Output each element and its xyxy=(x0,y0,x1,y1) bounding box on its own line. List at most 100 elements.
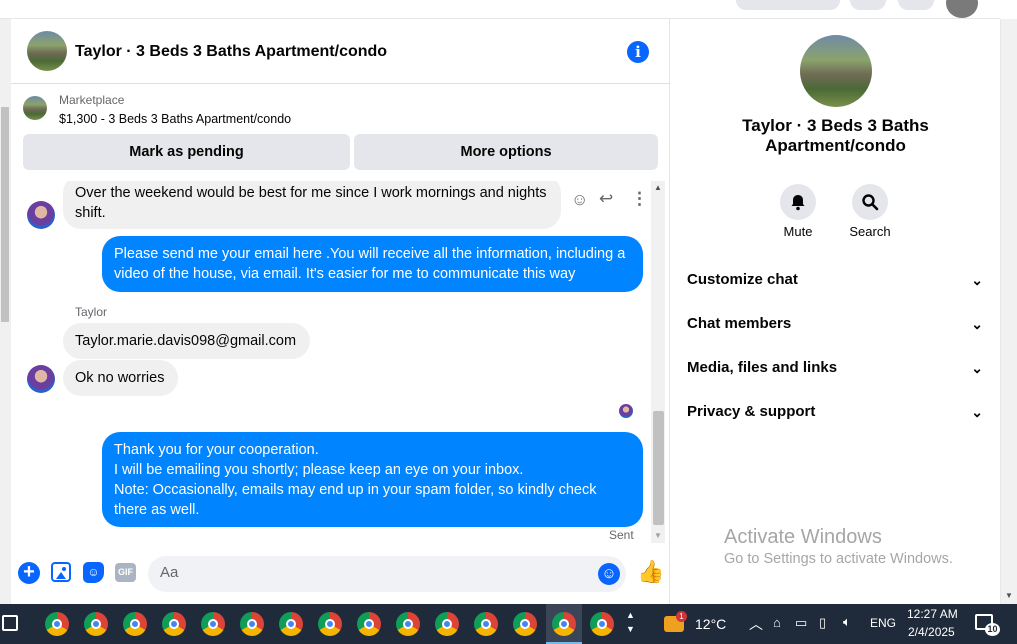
taskbar-chrome-10[interactable] xyxy=(392,608,424,640)
chevron-down-icon: ⌄ xyxy=(971,404,983,420)
smile-icon[interactable]: ☺ xyxy=(571,190,588,210)
listing-avatar[interactable] xyxy=(27,31,67,71)
section-label: Media, files and links xyxy=(687,359,838,376)
taskbar-chrome-active[interactable] xyxy=(546,604,582,644)
message-list[interactable]: Over the weekend would be best for me si… xyxy=(11,181,659,543)
gif-icon[interactable]: GIF xyxy=(115,563,136,582)
taskbar-chrome-2[interactable] xyxy=(80,608,112,640)
message-line: I will be emailing you shortly; please k… xyxy=(114,462,524,478)
account-avatar[interactable] xyxy=(946,0,978,18)
marketplace-label: Marketplace xyxy=(59,93,125,107)
mute-label: Mute xyxy=(783,224,813,239)
info-icon[interactable]: i xyxy=(627,41,649,63)
message-composer: + ☺ GIF ☺ 👍 xyxy=(11,552,670,602)
scroll-up-arrow-icon[interactable]: ▲ xyxy=(654,183,662,192)
taskbar-chrome-6[interactable] xyxy=(236,608,268,640)
scroll-down-arrow-icon[interactable]: ▼ xyxy=(1005,591,1013,600)
mute-button[interactable] xyxy=(780,184,816,220)
message-scrollbar-thumb[interactable] xyxy=(653,411,664,525)
scroll-down-arrow-icon[interactable]: ▼ xyxy=(654,531,662,540)
page-scrollbar[interactable] xyxy=(0,19,11,604)
plus-icon[interactable]: + xyxy=(18,562,40,584)
side-panel-title: Taylor · 3 Beds 3 Baths Apartment/condo xyxy=(742,116,929,155)
chat-panel: Taylor · 3 Beds 3 Baths Apartment/condo … xyxy=(11,19,670,604)
weather-badge: 1 xyxy=(676,611,687,622)
top-nav-messenger-button[interactable] xyxy=(898,0,934,10)
windows-taskbar: ▲ ▼ 1 12°C ︿ ⌂ ▭ ▯ 🔈︎ ENG 12:27 AM 2/4/20… xyxy=(0,604,1017,644)
top-nav-menu-button[interactable] xyxy=(850,0,886,10)
outgoing-message[interactable]: Thank you for your cooperation. I will b… xyxy=(102,432,643,527)
avatar[interactable] xyxy=(27,365,55,393)
meet-icon[interactable]: ⌂ xyxy=(773,615,781,630)
image-icon[interactable] xyxy=(51,562,71,582)
window-scrollbar[interactable]: ▼ xyxy=(1000,19,1017,604)
sent-status: Sent xyxy=(609,528,634,542)
weather-temp[interactable]: 12°C xyxy=(695,616,726,632)
taskbar-chrome-7[interactable] xyxy=(275,608,307,640)
battery-icon[interactable]: ▭ xyxy=(795,615,807,631)
taskbar-chrome-12[interactable] xyxy=(470,608,502,640)
volume-icon[interactable]: 🔈︎ xyxy=(843,614,851,630)
message-input-box[interactable]: ☺ xyxy=(148,556,626,592)
mark-as-pending-button[interactable]: Mark as pending xyxy=(23,134,350,170)
message-line: Thank you for your cooperation. xyxy=(114,442,319,458)
activate-windows-title: Activate Windows xyxy=(724,526,882,548)
taskbar-chrome-11[interactable] xyxy=(431,608,463,640)
more-options-button[interactable]: More options xyxy=(354,134,658,170)
section-media-files-links[interactable]: Media, files and links ⌄ xyxy=(687,353,987,383)
chevron-up-icon[interactable]: ︿ xyxy=(749,614,763,634)
like-icon[interactable]: 👍 xyxy=(637,559,664,585)
section-label: Privacy & support xyxy=(687,403,816,420)
chevron-down-icon: ⌄ xyxy=(971,360,983,376)
incoming-message[interactable]: Over the weekend would be best for me si… xyxy=(63,181,561,229)
chat-header: Taylor · 3 Beds 3 Baths Apartment/condo … xyxy=(11,19,670,84)
task-view-icon[interactable] xyxy=(2,615,18,631)
overflow-arrows-icon[interactable]: ▲ ▼ xyxy=(626,608,635,636)
bell-icon xyxy=(791,195,805,211)
taskbar-chrome-1[interactable] xyxy=(41,608,73,640)
taskbar-chrome-3[interactable] xyxy=(119,608,151,640)
taskbar-chrome-15[interactable] xyxy=(586,608,618,640)
activate-windows-subtitle: Go to Settings to activate Windows. xyxy=(724,551,953,567)
search-icon xyxy=(862,194,879,211)
message-input[interactable] xyxy=(160,564,580,581)
outgoing-message[interactable]: Please send me your email here .You will… xyxy=(102,236,643,292)
listing-thumbnail[interactable] xyxy=(23,96,47,120)
taskbar-chrome-4[interactable] xyxy=(158,608,190,640)
message-line: Note: Occasionally, emails may end up in… xyxy=(114,482,597,518)
network-icon[interactable]: ▯ xyxy=(819,615,826,631)
clock-date[interactable]: 2/4/2025 xyxy=(908,625,955,639)
taskbar-chrome-13[interactable] xyxy=(509,608,541,640)
top-nav-search[interactable] xyxy=(736,0,840,10)
chevron-down-icon: ⌄ xyxy=(971,316,983,332)
language-indicator[interactable]: ENG xyxy=(870,616,896,630)
clock-time[interactable]: 12:27 AM xyxy=(907,607,958,621)
taskbar-chrome-5[interactable] xyxy=(197,608,229,640)
taskbar-chrome-8[interactable] xyxy=(314,608,346,640)
sticker-icon[interactable]: ☺ xyxy=(83,562,104,583)
section-privacy-support[interactable]: Privacy & support ⌄ xyxy=(687,397,987,427)
section-label: Customize chat xyxy=(687,271,798,288)
top-nav-bar xyxy=(0,0,1000,19)
incoming-message[interactable]: Taylor.marie.davis098@gmail.com xyxy=(63,323,310,359)
chevron-down-icon: ⌄ xyxy=(971,272,983,288)
chat-title[interactable]: Taylor · 3 Beds 3 Baths Apartment/condo xyxy=(75,43,387,61)
section-chat-members[interactable]: Chat members ⌄ xyxy=(687,309,987,339)
search-button[interactable] xyxy=(852,184,888,220)
taskbar-chrome-9[interactable] xyxy=(353,608,385,640)
chat-info-panel: Taylor · 3 Beds 3 Baths Apartment/condo … xyxy=(671,19,1000,604)
emoji-icon[interactable]: ☺ xyxy=(598,563,620,585)
listing-profile-photo[interactable] xyxy=(800,35,872,107)
more-icon[interactable]: ⋮ xyxy=(631,189,648,209)
incoming-message[interactable]: Ok no worries xyxy=(63,360,178,396)
sender-name: Taylor xyxy=(75,305,108,319)
section-customize-chat[interactable]: Customize chat ⌄ xyxy=(687,265,987,295)
listing-title[interactable]: $1,300 - 3 Beds 3 Baths Apartment/condo xyxy=(59,112,291,126)
section-label: Chat members xyxy=(687,315,792,332)
page-scrollbar-thumb[interactable] xyxy=(1,107,9,322)
avatar[interactable] xyxy=(27,201,55,229)
reply-icon[interactable]: ↩ xyxy=(599,189,613,209)
read-receipt-avatar xyxy=(619,404,633,418)
notification-count: 10 xyxy=(985,623,1000,636)
search-label: Search xyxy=(849,224,891,239)
